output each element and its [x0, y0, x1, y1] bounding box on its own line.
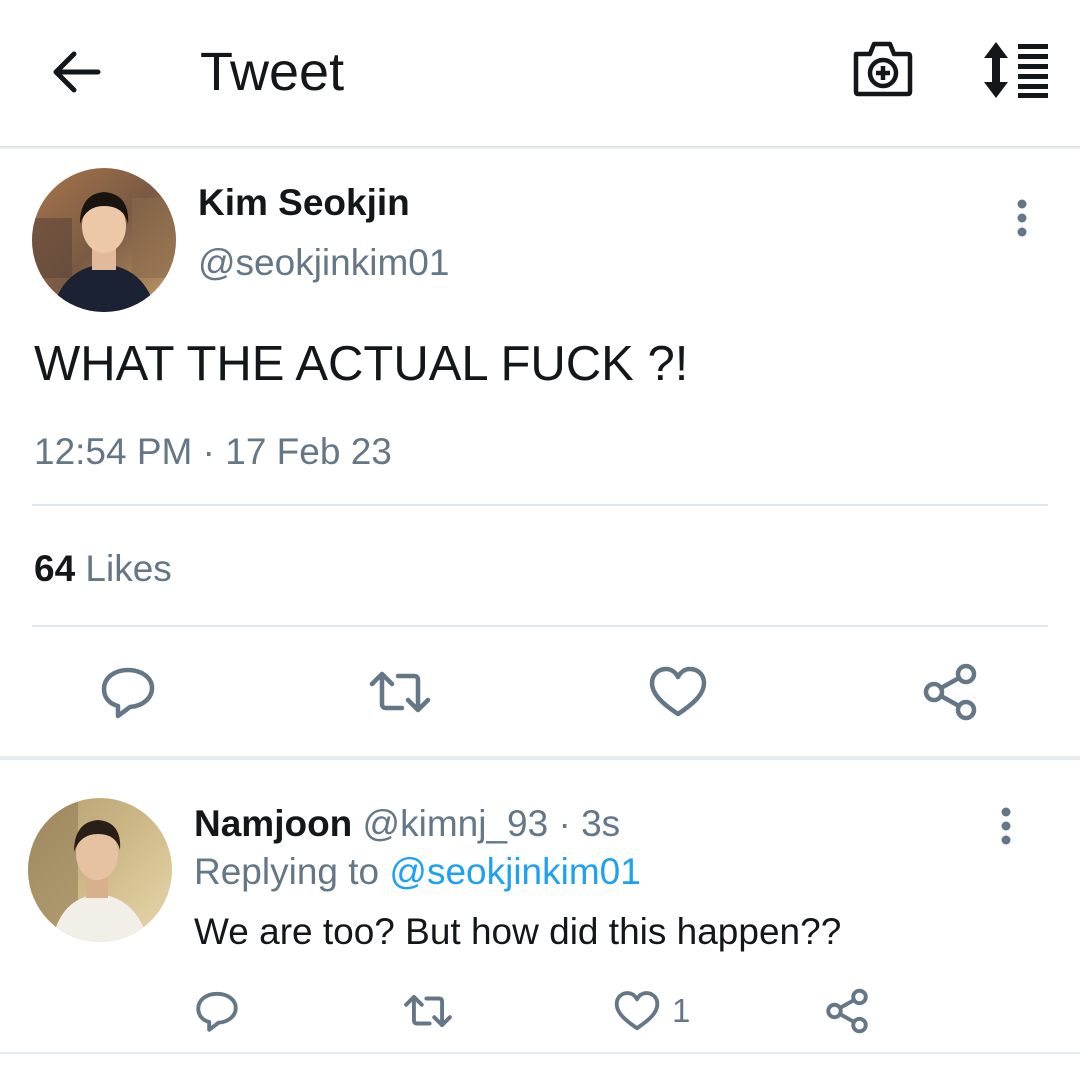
reply-author-name: Namjoon [194, 803, 353, 844]
divider [32, 625, 1048, 627]
section-separator [0, 756, 1080, 760]
reply-reply-button[interactable] [192, 986, 242, 1036]
divider [32, 504, 1048, 506]
top-app-bar: Tweet [0, 0, 1080, 148]
back-button[interactable] [44, 42, 108, 102]
replying-to: Replying to @seokjinkim01 [194, 848, 641, 896]
reply-more-button[interactable] [988, 804, 1024, 848]
heart-icon [649, 666, 707, 717]
reply-retweet-button[interactable] [400, 986, 456, 1036]
more-vertical-icon [1001, 807, 1011, 845]
share-icon [826, 988, 868, 1034]
replying-mention-link[interactable]: @seokjinkim01 [389, 851, 640, 892]
sort-button[interactable] [974, 38, 1054, 102]
share-icon [923, 663, 977, 721]
likes-count[interactable]: 64 Likes [34, 545, 172, 593]
camera-plus-icon [853, 41, 913, 97]
top-bar-shadow [0, 146, 1080, 150]
sort-icon [984, 42, 1048, 98]
more-vertical-icon [1017, 199, 1027, 237]
likes-label: Likes [75, 548, 172, 589]
tweet-text: WHAT THE ACTUAL FUCK ?! [34, 337, 689, 391]
retweet-button[interactable] [368, 660, 432, 724]
author-name[interactable]: Kim Seokjin [198, 180, 410, 226]
page-title: Tweet [200, 42, 345, 102]
reply-author-avatar[interactable] [28, 798, 172, 942]
share-button[interactable] [918, 660, 982, 724]
author-handle[interactable]: @seokjinkim01 [198, 240, 449, 286]
reply-text: We are too? But how did this happen?? [194, 911, 842, 952]
tweet-more-button[interactable] [1004, 196, 1040, 240]
tweet-timestamp: 12:54 PM · 17 Feb 23 [34, 431, 392, 472]
reply-header[interactable]: Namjoon @kimnj_93 · 3s [194, 800, 620, 848]
camera-button[interactable] [848, 38, 916, 102]
comment-icon [196, 991, 238, 1032]
reply-share-button[interactable] [822, 986, 872, 1036]
heart-icon [614, 991, 660, 1031]
retweet-icon [369, 671, 431, 713]
likes-number: 64 [34, 548, 76, 589]
reply-button[interactable] [96, 660, 160, 724]
author-avatar[interactable] [32, 168, 176, 312]
arrow-left-icon [53, 51, 101, 93]
reply-like-count: 1 [672, 992, 691, 1029]
reply-like-button[interactable]: 1 [612, 986, 702, 1036]
divider [0, 1052, 1080, 1054]
retweet-icon [404, 994, 452, 1028]
reply-author-handle-time: @kimnj_93 · 3s [352, 803, 621, 844]
replying-prefix: Replying to [194, 851, 390, 892]
comment-icon [101, 667, 155, 719]
like-button[interactable] [646, 660, 710, 724]
